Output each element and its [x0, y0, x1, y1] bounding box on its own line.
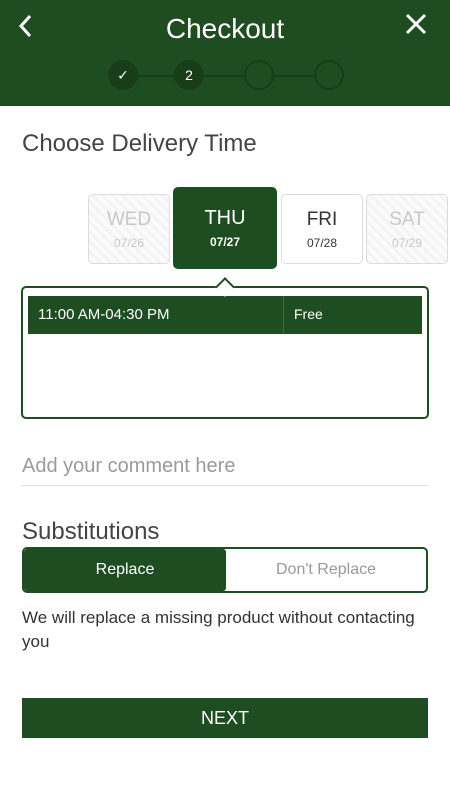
step-2-current: 2 — [174, 60, 204, 90]
header-bar: Checkout ✓ 2 — [0, 0, 450, 106]
close-button[interactable] — [400, 12, 432, 44]
substitution-toggle: Replace Don't Replace — [22, 547, 428, 593]
comment-input[interactable] — [22, 448, 428, 486]
replace-option[interactable]: Replace — [24, 549, 226, 591]
delivery-time-title: Choose Delivery Time — [22, 130, 257, 157]
day-name: THU — [204, 207, 246, 229]
day-date: 07/28 — [306, 236, 338, 250]
day-name: WED — [106, 209, 152, 230]
day-option-wed[interactable]: WED 07/26 — [88, 194, 170, 264]
day-date: 07/27 — [209, 235, 241, 249]
time-slot-list: 11:00 AM-04:30 PM Free — [21, 286, 429, 419]
step-connector — [274, 75, 314, 77]
slot-divider — [283, 296, 284, 334]
substitution-note: We will replace a missing product withou… — [22, 608, 415, 651]
step-connector — [138, 75, 174, 77]
close-icon — [405, 13, 427, 35]
substitutions-title: Substitutions — [22, 518, 160, 545]
page-title: Checkout — [165, 13, 285, 44]
slot-price: Free — [294, 306, 323, 322]
day-option-fri[interactable]: FRI 07/28 — [281, 194, 363, 264]
step-4 — [314, 60, 344, 90]
time-slot-option[interactable]: 11:00 AM-04:30 PM Free — [28, 296, 422, 334]
checkout-stepper: ✓ 2 — [108, 60, 344, 90]
day-date: 07/29 — [391, 236, 423, 250]
step-1-done: ✓ — [108, 60, 138, 90]
delivery-day-selector: WED 07/26 THU 07/27 FRI 07/28 SAT 07/29 — [0, 187, 450, 271]
dont-replace-option[interactable]: Don't Replace — [226, 549, 426, 591]
day-date: 07/26 — [113, 236, 145, 250]
day-option-sat[interactable]: SAT 07/29 — [366, 194, 448, 264]
slot-time: 11:00 AM-04:30 PM — [38, 306, 170, 323]
step-3 — [244, 60, 274, 90]
next-button[interactable]: NEXT — [22, 698, 428, 738]
day-option-thu[interactable]: THU 07/27 — [173, 187, 277, 269]
step-connector — [204, 75, 244, 77]
day-name: FRI — [306, 209, 338, 230]
day-name: SAT — [389, 209, 425, 230]
